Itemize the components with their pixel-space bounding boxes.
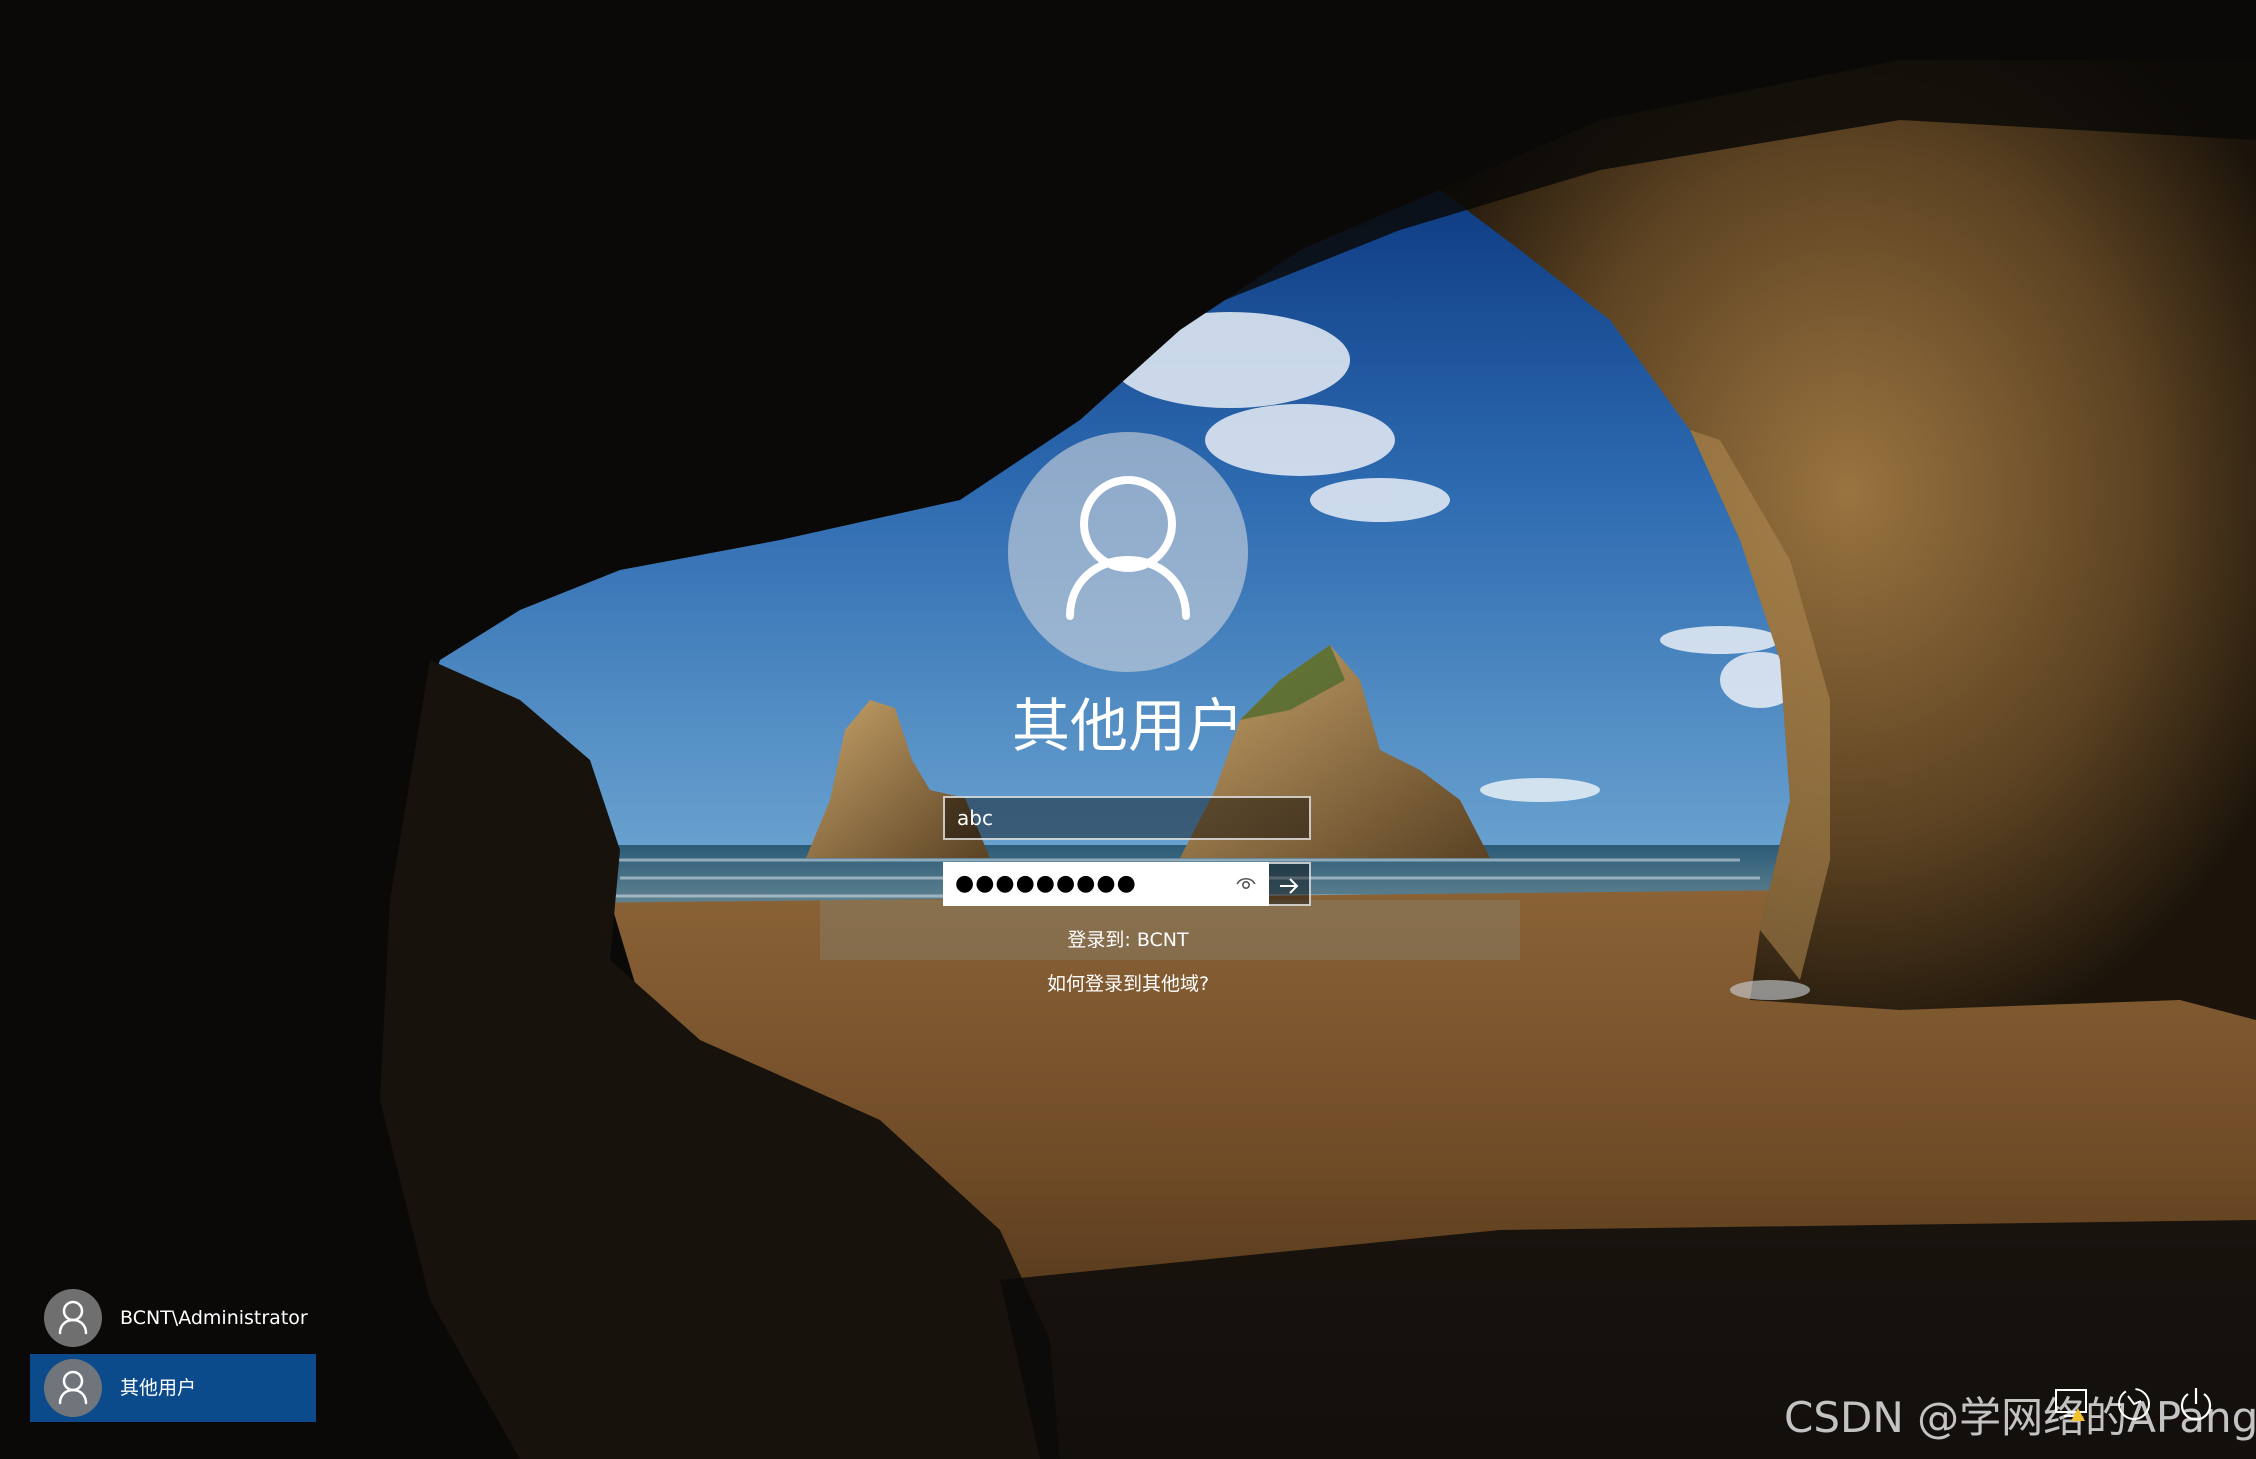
username-input[interactable]: abc [943,796,1311,840]
user-list-item-administrator[interactable]: BCNT\Administrator [30,1284,316,1352]
reveal-password-icon[interactable] [1235,874,1257,894]
user-avatar-large [1008,432,1248,672]
network-icon[interactable] [2052,1384,2092,1424]
lock-screen: 其他用户 abc ●●●●●●●●● 登录到: BCNT 如何登录到其他域? B… [0,0,2256,1459]
account-name-title: 其他用户 [1011,692,1244,760]
user-list-label: 其他用户 [120,1377,197,1399]
user-icon [58,1300,88,1335]
sign-in-domain-text: 登录到: BCNT [1067,929,1189,951]
user-avatar-small [44,1359,102,1417]
password-input[interactable]: ●●●●●●●●● [943,862,1269,906]
user-list-label: BCNT\Administrator [120,1307,308,1329]
power-icon[interactable] [2176,1384,2216,1424]
ease-of-access-icon[interactable] [2114,1384,2154,1424]
arrow-right-icon [1280,878,1299,894]
other-domain-link[interactable]: 如何登录到其他域? [878,970,1378,998]
password-row: ●●●●●●●●● [943,862,1311,906]
user-icon [58,1370,88,1405]
user-avatar-small [44,1289,102,1347]
user-list-item-other-user[interactable]: 其他用户 [30,1354,316,1422]
user-icon [1066,476,1190,620]
submit-arrow-button[interactable] [1269,862,1311,906]
